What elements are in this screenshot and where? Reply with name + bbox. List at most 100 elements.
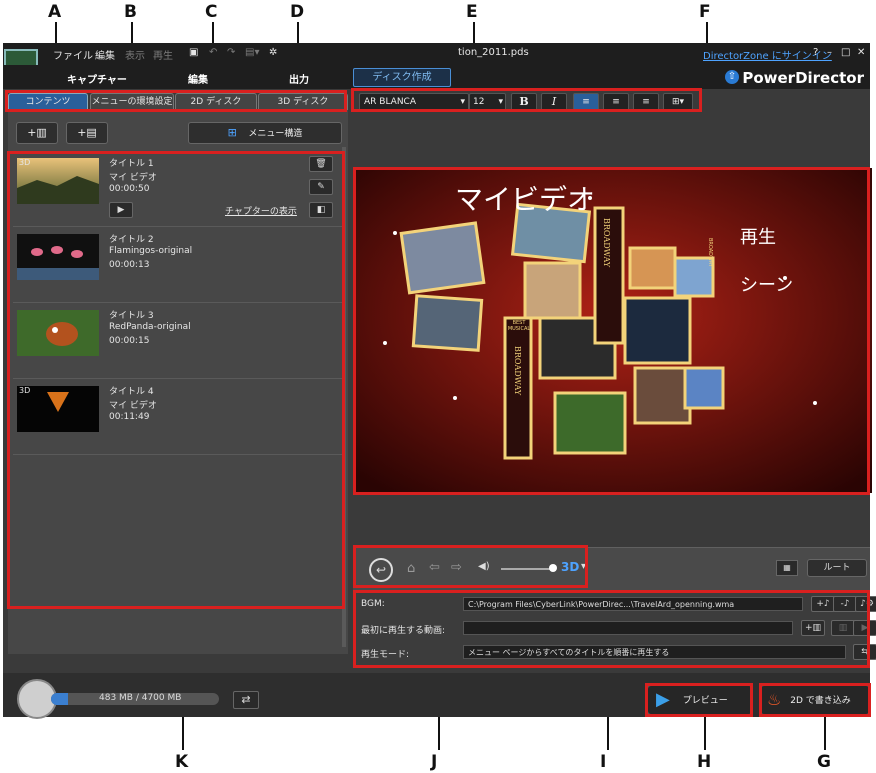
font-select[interactable]: AR BLANCA ▾ [359,93,469,111]
preview-label: プレビュー [682,695,728,706]
music-settings-icon[interactable]: ♪⚙ [855,596,876,612]
title-row[interactable]: 3D タイトル 4 マイ ビデオ 00:11:49 [13,380,343,455]
mode-disc-creation[interactable]: ディスク作成 [353,68,451,87]
toolbox-icon[interactable]: ▤▾ [245,47,259,58]
burn-2d-button[interactable]: ♨ 2D で書き込み [760,685,870,715]
volume-slider[interactable] [501,568,551,570]
close-icon[interactable]: ✕ [857,47,865,58]
tab-menu-settings[interactable]: メニューの環境設定 [90,93,174,111]
keyboard-icon[interactable]: ▦ [776,560,798,576]
volume-slider-handle[interactable] [549,564,557,572]
undo-icon[interactable]: ↶ [209,47,217,58]
callout-e: E [466,2,478,22]
bold-button[interactable]: B [511,93,537,111]
return-icon[interactable]: ↩ [369,558,393,582]
align-right-icon[interactable]: ≡ [633,93,659,111]
title-duration: 00:11:49 [109,412,150,422]
swap-icon[interactable]: ⇄ [233,691,259,709]
callout-a: A [48,2,62,22]
menu-view[interactable]: 表示 [125,47,145,62]
help-icon[interactable]: ? [813,47,818,58]
first-play-field[interactable] [463,621,793,635]
title-thumbnail [17,234,99,280]
playback-mode-field[interactable]: メニュー ページからすべてのタイトルを順番に再生する [463,645,846,659]
edit-icon[interactable]: ✎ [309,179,333,195]
settings-icon[interactable]: ✲ [269,47,277,58]
font-size-select[interactable]: 12 ▾ [469,93,506,111]
font-size-value: 12 [473,97,485,107]
preview-button[interactable]: ▶ プレビュー [647,685,753,715]
italic-button[interactable]: I [541,93,567,111]
align-center-icon[interactable]: ≡ [603,93,629,111]
delete-icon[interactable]: 🗑 [309,156,333,172]
tab-3d-disc[interactable]: 3D ディスク [258,93,348,111]
minimize-icon[interactable]: – [827,47,832,58]
add-menu-button[interactable]: +▤ [66,122,108,144]
previous-icon[interactable]: ⇦ [429,560,440,575]
title-duration: 00:00:13 [109,260,150,270]
volume-icon[interactable]: ◀) [478,561,490,572]
mode-edit[interactable]: 編集 [188,71,208,86]
menu-file[interactable]: ファイル [53,47,93,62]
title-badge-3d: 3D [19,386,31,395]
bottom-bar: 483 MB / 4700 MB ⇄ ▶ プレビュー ♨ 2D で書き込み [3,673,870,719]
chapter-icon[interactable]: ◧ [309,202,333,218]
tab-2d-disc[interactable]: 2D ディスク [175,93,257,111]
align-left-icon[interactable]: ≡ [573,93,599,111]
title-badge-3d: 3D [19,158,31,167]
title-subtitle: マイ ビデオ [109,173,157,183]
title-list-scrollbar[interactable] [342,147,346,647]
preview-scene [355,168,872,493]
menu-structure-label: メニュー構造 [248,129,303,139]
upgrade-icon[interactable]: ⇧ [725,70,739,84]
menu-preview: マイビデオ 再生 シーン BROADWAY BEST MUSICAL BROAD… [355,168,872,493]
mode-3d-toggle[interactable]: 3D [561,560,579,574]
menu-properties-panel: BGM: C:\Program Files\CyberLink\PowerDir… [353,591,876,667]
menu-structure-button[interactable]: ⊞ メニュー構造 [188,122,342,144]
title-name: タイトル 3 [109,311,154,321]
disc-capacity-fill [51,693,69,705]
remove-first-play-icon[interactable]: ▥ [831,620,855,636]
next-icon[interactable]: ⇨ [451,560,462,575]
title-row[interactable]: タイトル 3 RedPanda-original 00:00:15 [13,304,343,379]
remove-music-icon[interactable]: -♪ [833,596,857,612]
add-first-play-icon[interactable]: +▥ [801,620,825,636]
flame-icon: ♨ [767,690,782,709]
save-icon[interactable]: ▣ [189,47,198,58]
bgm-path-field[interactable]: C:\Program Files\CyberLink\PowerDirec...… [463,597,803,611]
play-button[interactable]: ▶ [109,202,133,218]
callout-line-h [704,714,706,750]
preview-sign-broadway-3: BROADWAY [707,238,713,267]
play-first-play-icon[interactable]: ▶ [853,620,876,636]
preview-scenes-button[interactable]: シーン [740,271,793,297]
redo-icon[interactable]: ↷ [227,47,235,58]
mode-capture[interactable]: キャプチャー [67,71,127,86]
layout-icon[interactable]: ⊞▾ [663,93,693,111]
callout-k: K [175,752,189,772]
playback-mode-settings-icon[interactable]: ⇆ [853,644,876,660]
title-name: タイトル 1 [109,159,154,169]
add-title-button[interactable]: +▥ [16,122,58,144]
title-duration: 00:00:50 [109,184,150,194]
title-subtitle: Flamingos-original [109,246,193,256]
preview-play-button[interactable]: 再生 [740,223,776,249]
restore-icon[interactable]: □ [841,47,850,58]
navigation-control-bar: ↩ ⌂ ⇦ ⇨ ◀) 3D ▾ ▦ ルート [353,547,870,592]
chevron-down-icon[interactable]: ▾ [581,561,586,572]
title-row[interactable]: 3D タイトル 1 マイ ビデオ 00:00:50 ▶ チャプターの表示 🗑 ✎… [13,152,343,227]
tab-content[interactable]: コンテンツ [8,93,88,111]
title-row[interactable]: タイトル 2 Flamingos-original 00:00:13 [13,228,343,303]
root-button[interactable]: ルート [807,559,867,577]
title-duration: 00:00:15 [109,336,150,346]
show-chapters-link[interactable]: チャプターの表示 [225,204,297,217]
menu-edit[interactable]: 編集 [95,47,115,62]
mode-output[interactable]: 出力 [289,71,309,86]
add-music-icon[interactable]: +♪ [811,596,835,612]
playback-mode-label: 再生モード: [361,650,410,660]
brand-title: PowerDirector [742,69,864,87]
content-panel: +▥ +▤ ⊞ メニュー構造 3D タイトル 1 マイ ビデオ 00:00:50… [8,110,348,654]
home-icon[interactable]: ⌂ [407,561,415,576]
title-name: タイトル 2 [109,235,154,245]
menu-play[interactable]: 再生 [153,47,173,62]
chevron-down-icon: ▾ [460,97,465,107]
